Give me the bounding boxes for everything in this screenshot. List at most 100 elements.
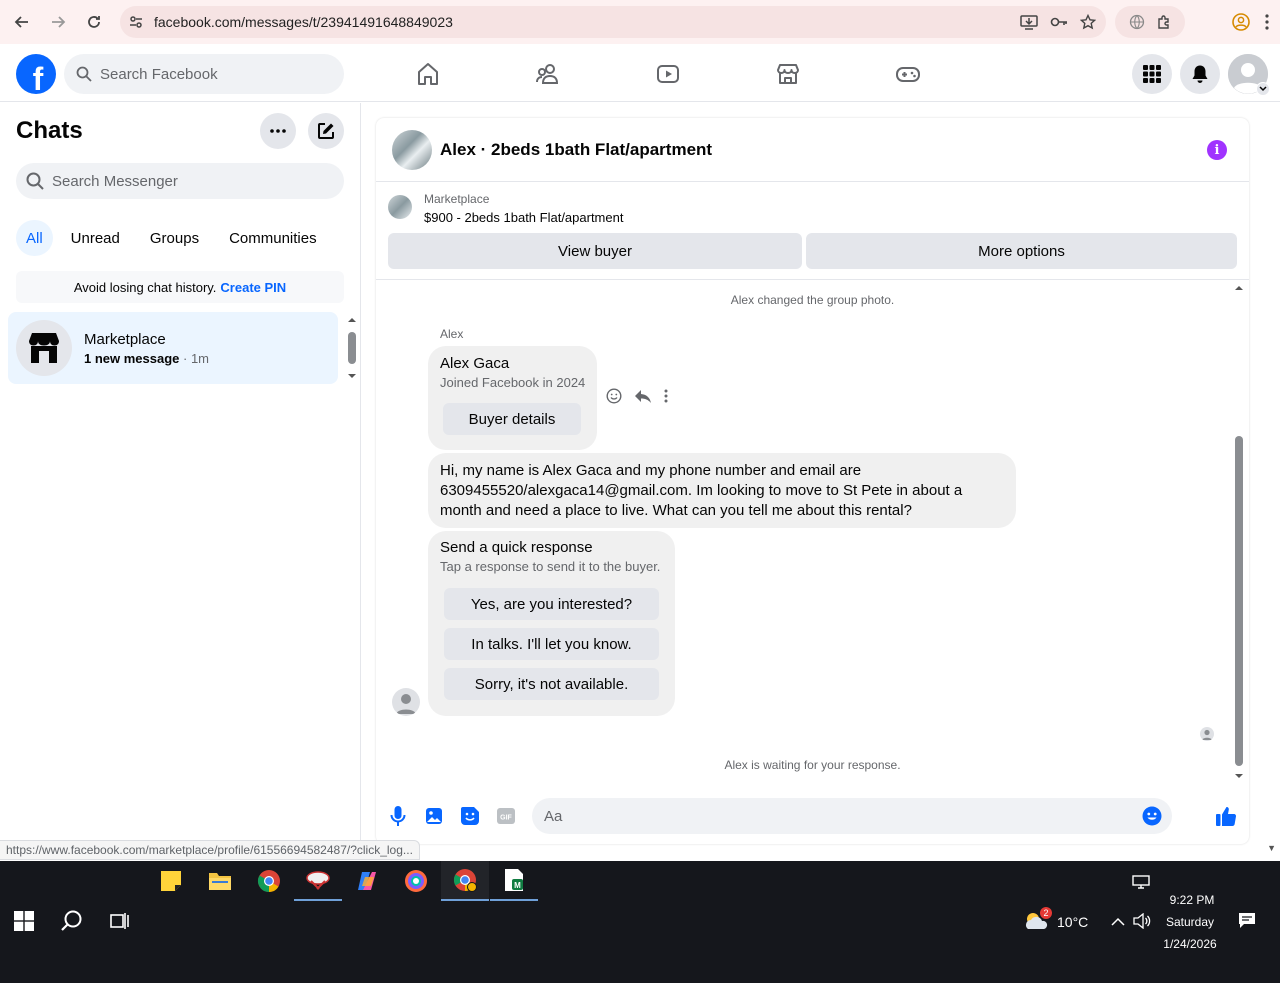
chats-options-button[interactable] (260, 113, 296, 149)
conversation-scrollbar[interactable] (1232, 284, 1246, 780)
address-bar[interactable]: facebook.com/messages/t/2394149164884902… (120, 6, 1106, 38)
messenger-search-input[interactable]: Search Messenger (16, 163, 344, 199)
folder-icon (209, 873, 231, 890)
view-buyer-button[interactable]: View buyer (388, 233, 802, 269)
reload-button[interactable] (78, 6, 110, 38)
filter-unread[interactable]: Unread (59, 220, 132, 256)
page-scroll-down-icon[interactable]: ▼ (1267, 843, 1276, 853)
react-emoji-icon[interactable] (606, 388, 622, 404)
system-message-waiting: Alex is waiting for your response. (724, 758, 901, 772)
info-icon[interactable]: i (1207, 140, 1227, 160)
conversation-scroll-thumb[interactable] (1235, 436, 1243, 766)
search-icon (26, 172, 44, 190)
taskbar-photos[interactable] (392, 861, 440, 901)
chrome-menu-icon[interactable] (1264, 13, 1270, 31)
reply-icon[interactable] (634, 388, 652, 404)
taskbar-search-button[interactable] (48, 901, 96, 941)
filter-all[interactable]: All (16, 220, 53, 256)
browser-toolbar: facebook.com/messages/t/2394149164884902… (0, 0, 1280, 44)
compose-icon (318, 123, 334, 139)
profile-icon[interactable] (1232, 13, 1250, 31)
nav-gaming[interactable] (848, 46, 968, 102)
taskbar-snipping-tool[interactable] (294, 861, 342, 901)
filter-groups[interactable]: Groups (138, 220, 211, 256)
weather-widget-icon[interactable]: 2 (1024, 907, 1052, 933)
more-options-button[interactable]: More options (806, 233, 1237, 269)
taskbar-copilot[interactable] (343, 861, 391, 901)
gif-icon: GIF (497, 808, 515, 824)
back-arrow-icon (14, 16, 28, 28)
bookmark-star-icon[interactable] (1080, 14, 1096, 30)
quick-response-option[interactable]: In talks. I'll let you know. (444, 628, 659, 660)
start-button[interactable] (0, 901, 48, 941)
translate-globe-icon[interactable] (1129, 14, 1145, 30)
chevron-up-icon[interactable] (1111, 917, 1125, 927)
listing-thumbnail[interactable] (392, 129, 432, 170)
buyer-card: Alex Gaca Joined Facebook in 2024 Buyer … (428, 346, 597, 450)
taskbar-file-explorer[interactable] (196, 861, 244, 901)
clock-day[interactable]: Saturday (1165, 915, 1215, 929)
listing-small-thumbnail (388, 195, 412, 219)
sidebar-scrollbar[interactable] (346, 316, 358, 380)
photo-icon (426, 808, 442, 824)
nav-video[interactable] (608, 46, 728, 102)
taskbar-chrome[interactable] (245, 861, 293, 901)
site-settings-icon[interactable] (128, 14, 144, 30)
quick-response-option[interactable]: Yes, are you interested? (444, 588, 659, 620)
attach-photo-button[interactable] (422, 804, 446, 828)
taskbar-chrome-profile[interactable] (441, 861, 489, 901)
taskbar-notepad[interactable]: M (490, 861, 538, 901)
task-view-button[interactable] (96, 901, 144, 941)
gif-button[interactable]: GIF (494, 804, 518, 828)
clock-date[interactable]: 1/24/2026 (1161, 937, 1219, 951)
account-dropdown-icon[interactable] (1256, 82, 1270, 96)
conversation-title[interactable]: Alex · 2beds 1bath Flat/apartment (440, 140, 712, 160)
search-icon (61, 910, 82, 931)
taskbar-sticky-notes[interactable] (147, 861, 195, 901)
scroll-up-icon[interactable] (346, 316, 358, 324)
scroll-down-icon[interactable] (1232, 772, 1246, 780)
volume-icon[interactable] (1133, 913, 1151, 929)
nav-home[interactable] (368, 46, 488, 102)
install-app-icon[interactable] (1020, 14, 1038, 30)
account-avatar[interactable] (1228, 54, 1270, 96)
emoji-icon[interactable] (1142, 806, 1162, 826)
sticker-icon (461, 807, 479, 825)
clock-time[interactable]: 9:22 PM (1167, 893, 1217, 907)
like-button[interactable] (1214, 804, 1238, 828)
nav-friends[interactable] (488, 46, 608, 102)
windows-taskbar: M 2 10°C 9:22 PM Saturday 1/24/2026 (0, 861, 1280, 983)
key-icon[interactable] (1050, 14, 1068, 30)
sidebar-scroll-thumb[interactable] (348, 332, 356, 364)
message-input[interactable]: Aa (532, 798, 1172, 834)
network-icon[interactable] (1132, 875, 1150, 889)
chat-item-marketplace[interactable]: Marketplace 1 new message · 1m (8, 312, 338, 384)
notifications-center-icon[interactable] (1238, 912, 1256, 930)
nav-marketplace[interactable] (728, 46, 848, 102)
sender-avatar[interactable] (392, 688, 420, 716)
forward-button[interactable] (42, 6, 74, 38)
extensions-puzzle-icon[interactable] (1156, 14, 1172, 30)
new-message-button[interactable] (308, 113, 344, 149)
notifications-button[interactable] (1180, 54, 1220, 94)
buyer-details-button[interactable]: Buyer details (443, 403, 581, 435)
scroll-down-icon[interactable] (346, 372, 358, 380)
facebook-search-input[interactable]: Search Facebook (64, 54, 344, 94)
sticker-button[interactable] (458, 804, 482, 828)
create-pin-link[interactable]: Create PIN (220, 280, 286, 295)
filter-communities[interactable]: Communities (217, 220, 329, 256)
more-vertical-icon[interactable] (664, 388, 668, 404)
quick-response-option[interactable]: Sorry, it's not available. (444, 668, 659, 700)
incoming-message-bubble[interactable]: Hi, my name is Alex Gaca and my phone nu… (428, 453, 1016, 528)
home-icon (418, 63, 438, 85)
voice-clip-button[interactable] (386, 804, 410, 828)
grid-menu-icon (1143, 65, 1161, 83)
scroll-up-icon[interactable] (1232, 284, 1246, 292)
listing-title[interactable]: $900 - 2beds 1bath Flat/apartment (424, 210, 623, 225)
menu-grid-button[interactable] (1132, 54, 1172, 94)
facebook-logo[interactable]: f (16, 54, 56, 94)
url-text[interactable]: facebook.com/messages/t/2394149164884902… (154, 14, 453, 30)
back-button[interactable] (6, 6, 38, 38)
conversation-header: Alex · 2beds 1bath Flat/apartment i (376, 118, 1249, 182)
weather-temperature[interactable]: 10°C (1057, 914, 1088, 930)
